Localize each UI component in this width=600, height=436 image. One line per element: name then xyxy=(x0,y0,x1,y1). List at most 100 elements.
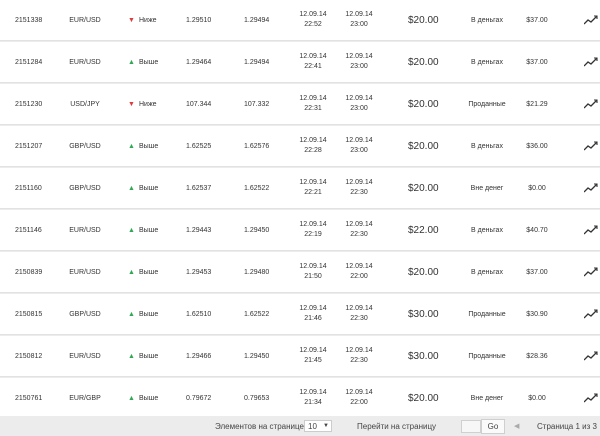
trade-id-text: 2151338 xyxy=(15,16,43,24)
payout-text: $28.36 xyxy=(526,352,548,360)
direction: ▲ Выше xyxy=(128,336,158,376)
status-text: В деньгах xyxy=(471,16,503,24)
table-row[interactable]: 2150815 GBP/USD ▲ Выше 1.62510 1.62522 12.09.1… xyxy=(0,294,600,335)
table-row[interactable]: 2151338 EUR/USD ▼ Ниже 1.29510 1.29494 12.09.1… xyxy=(0,0,600,41)
expiry-clock: 23:00 xyxy=(350,105,368,112)
payout-text: $36.00 xyxy=(526,142,548,150)
open-time: 12.09.14 21:45 xyxy=(296,336,330,376)
open-price-text: 0.79672 xyxy=(186,394,212,402)
open-time: 12.09.14 21:46 xyxy=(296,294,330,334)
close-price: 1.62522 xyxy=(244,168,269,208)
trade-id-text: 2151207 xyxy=(15,142,43,150)
trade-id: 2151284 xyxy=(15,42,42,82)
expiry-clock: 23:00 xyxy=(350,63,368,70)
expiry-date: 12.09.14 xyxy=(345,53,373,60)
open-price: 1.62537 xyxy=(186,168,211,208)
chart-trend-icon[interactable] xyxy=(584,378,598,418)
amount-text: $20.00 xyxy=(408,98,439,110)
arrow-up-icon: ▲ xyxy=(128,58,135,66)
chart-trend-icon[interactable] xyxy=(584,336,598,376)
trade-id: 2150815 xyxy=(15,294,42,334)
table-row[interactable]: 2150839 EUR/USD ▲ Выше 1.29453 1.29480 12.09.1… xyxy=(0,252,600,293)
open-clock: 22:19 xyxy=(304,231,322,238)
per-page-select[interactable]: 10 ▼ xyxy=(304,420,332,432)
status: Проданные xyxy=(458,336,516,376)
table-row[interactable]: 2151284 EUR/USD ▲ Выше 1.29464 1.29494 12.09.1… xyxy=(0,42,600,83)
table-row[interactable]: 2151230 USD/JPY ▼ Ниже 107.344 107.332 12.09.1… xyxy=(0,84,600,125)
trade-id-text: 2150812 xyxy=(15,352,43,360)
open-price-text: 107.344 xyxy=(186,100,212,108)
currency-pair-text: EUR/USD xyxy=(69,352,101,360)
currency-pair: EUR/USD xyxy=(60,336,110,376)
trade-id: 2151230 xyxy=(15,84,42,124)
close-price: 1.62522 xyxy=(244,294,269,334)
chart-trend-icon[interactable] xyxy=(584,210,598,250)
chart-trend-icon[interactable] xyxy=(584,126,598,166)
chart-trend-icon[interactable] xyxy=(584,0,598,40)
close-price: 1.29494 xyxy=(244,42,269,82)
arrow-down-icon: ▼ xyxy=(128,16,135,24)
arrow-up-icon: ▲ xyxy=(128,268,135,276)
table-row[interactable]: 2151207 GBP/USD ▲ Выше 1.62525 1.62576 12.09.1… xyxy=(0,126,600,167)
expiry-date: 12.09.14 xyxy=(345,347,373,354)
direction: ▲ Выше xyxy=(128,168,158,208)
arrow-up-icon: ▲ xyxy=(128,226,135,234)
arrow-up-icon: ▲ xyxy=(128,352,135,360)
chart-trend-icon[interactable] xyxy=(584,84,598,124)
payout-text: $37.00 xyxy=(526,16,548,24)
open-date: 12.09.14 xyxy=(299,11,327,18)
chart-trend-icon[interactable] xyxy=(584,252,598,292)
table-row[interactable]: 2151146 EUR/USD ▲ Выше 1.29443 1.29450 12.09.1… xyxy=(0,210,600,251)
status-text: Проданные xyxy=(468,100,506,108)
direction-label: Выше xyxy=(139,226,159,234)
amount-text: $30.00 xyxy=(408,350,439,362)
direction-label: Ниже xyxy=(139,100,157,108)
open-price: 107.344 xyxy=(186,84,211,124)
chart-trend-icon[interactable] xyxy=(584,168,598,208)
expiry-clock: 22:30 xyxy=(350,231,368,238)
open-date: 12.09.14 xyxy=(299,263,327,270)
payout: $0.00 xyxy=(524,168,550,208)
go-button[interactable]: Go xyxy=(481,419,505,434)
expiry-clock: 22:30 xyxy=(350,189,368,196)
amount: $22.00 xyxy=(408,210,439,250)
amount: $30.00 xyxy=(408,294,439,334)
payout: $21.29 xyxy=(524,84,550,124)
direction-label: Выше xyxy=(139,268,159,276)
trade-id-text: 2150839 xyxy=(15,268,43,276)
open-date: 12.09.14 xyxy=(299,95,327,102)
trade-id-text: 2150761 xyxy=(15,394,43,402)
close-price: 1.29450 xyxy=(244,336,269,376)
trade-id: 2150839 xyxy=(15,252,42,292)
close-price-text: 1.62522 xyxy=(244,184,270,192)
goto-page-input[interactable] xyxy=(461,420,481,433)
chart-trend-icon[interactable] xyxy=(584,294,598,334)
table-row[interactable]: 2150761 EUR/GBP ▲ Выше 0.79672 0.79653 12.09.1… xyxy=(0,378,600,419)
chart-trend-icon[interactable] xyxy=(584,42,598,82)
goto-page-label: Перейти на страницу xyxy=(357,421,437,431)
table-row[interactable]: 2151160 GBP/USD ▲ Выше 1.62537 1.62522 12.09.1… xyxy=(0,168,600,209)
close-price: 1.29450 xyxy=(244,210,269,250)
status: Проданные xyxy=(458,294,516,334)
open-time: 12.09.14 22:21 xyxy=(296,168,330,208)
payout: $37.00 xyxy=(524,42,550,82)
open-price-text: 1.29464 xyxy=(186,58,212,66)
direction: ▲ Выше xyxy=(128,294,158,334)
open-price: 1.29464 xyxy=(186,42,211,82)
open-date: 12.09.14 xyxy=(299,305,327,312)
currency-pair: EUR/USD xyxy=(60,0,110,40)
table-row[interactable]: 2150812 EUR/USD ▲ Выше 1.29466 1.29450 12.09.1… xyxy=(0,336,600,377)
open-date: 12.09.14 xyxy=(299,137,327,144)
close-price-text: 1.29494 xyxy=(244,16,270,24)
chevron-left-icon[interactable]: ◀ xyxy=(514,416,519,436)
page-info: Страница 1 из 3 xyxy=(537,421,597,431)
arrow-up-icon: ▲ xyxy=(128,184,135,192)
expiry-time: 12.09.14 23:00 xyxy=(342,0,376,40)
open-date: 12.09.14 xyxy=(299,389,327,396)
open-time: 12.09.14 22:28 xyxy=(296,126,330,166)
currency-pair: EUR/USD xyxy=(60,42,110,82)
expiry-time: 12.09.14 22:00 xyxy=(342,252,376,292)
amount-text: $20.00 xyxy=(408,266,439,278)
status-text: В деньгах xyxy=(471,226,503,234)
payout-text: $30.90 xyxy=(526,310,548,318)
